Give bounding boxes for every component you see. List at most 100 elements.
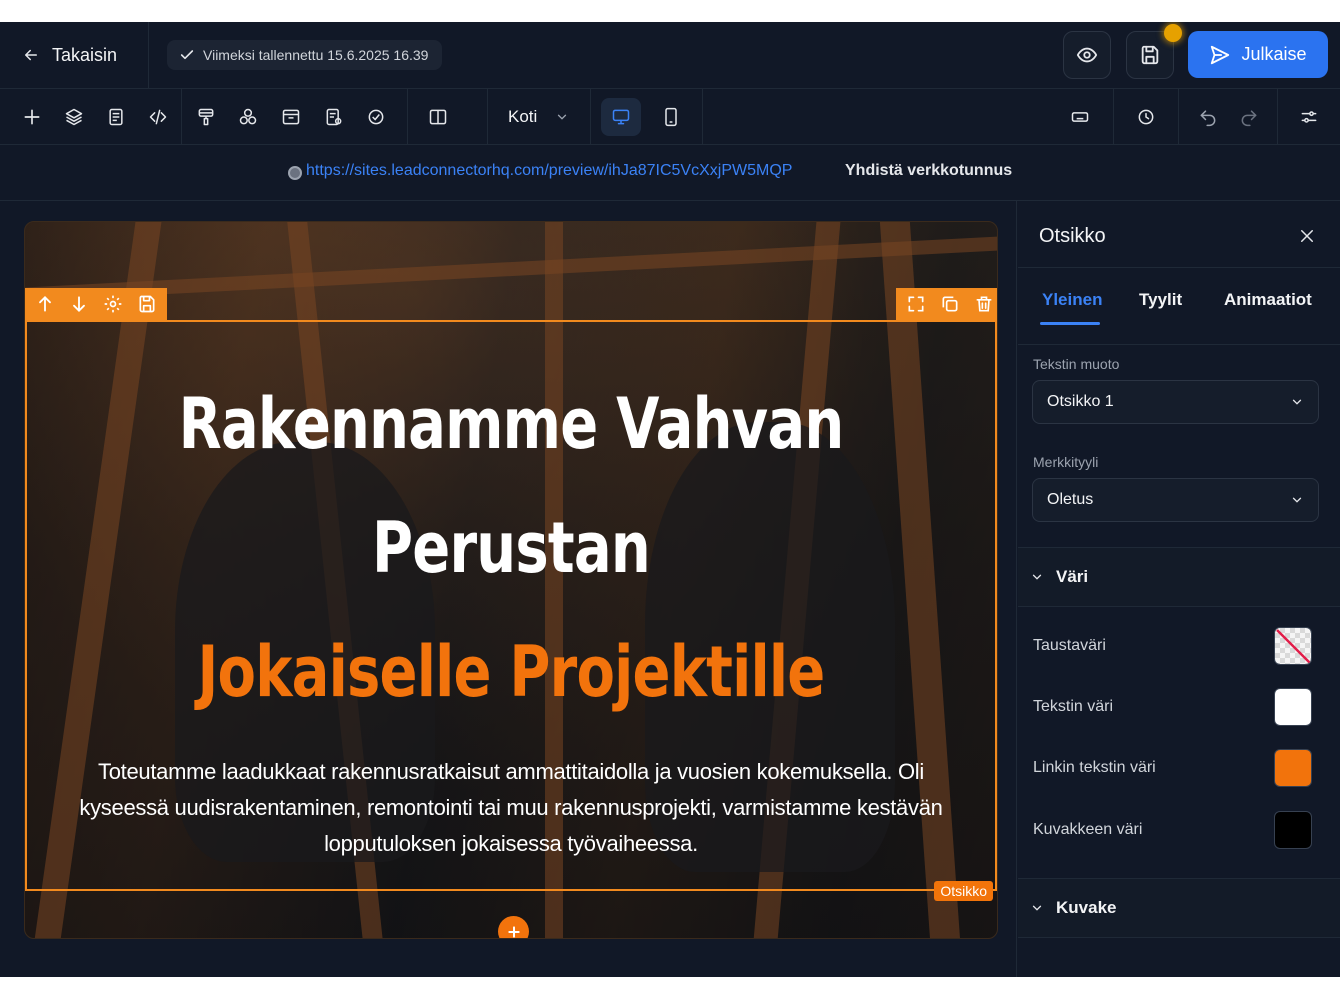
divider: [148, 22, 149, 89]
apps-icon: [239, 108, 257, 125]
divider: [1178, 89, 1179, 145]
close-panel-button[interactable]: [1296, 225, 1318, 247]
icon-color-swatch[interactable]: [1274, 811, 1312, 849]
publish-label: Julkaise: [1241, 44, 1307, 64]
redo-button[interactable]: [1235, 103, 1263, 131]
keyboard-icon: [1071, 112, 1089, 122]
move-up-button[interactable]: [33, 292, 57, 316]
arrow-up-icon: [39, 296, 51, 312]
keyboard-shortcuts-button[interactable]: [1066, 103, 1094, 131]
text-color-label: Tekstin väri: [1033, 698, 1114, 715]
add-icon: [24, 109, 40, 125]
add-element-button[interactable]: [18, 103, 46, 131]
save-icon: [1141, 45, 1159, 65]
settings-button[interactable]: [1295, 103, 1323, 131]
mobile-icon: [665, 107, 677, 127]
desktop-icon: [612, 109, 630, 125]
pages-button[interactable]: [102, 103, 130, 131]
fullscreen-button[interactable]: [904, 292, 928, 316]
hero-heading[interactable]: Rakennamme Vahvan Perustan Jokaiselle Pr…: [25, 362, 997, 734]
divider: [590, 89, 591, 145]
integrations-button[interactable]: [362, 103, 390, 131]
page-select-value: Koti: [508, 107, 538, 126]
tab-animations[interactable]: Animaatiot: [1224, 290, 1312, 310]
mobile-view-button[interactable]: [657, 103, 685, 131]
chevron-down-icon: [1032, 905, 1042, 911]
save-block-button[interactable]: [135, 292, 159, 316]
background-color-swatch[interactable]: [1274, 627, 1312, 665]
publish-button[interactable]: Julkaise: [1188, 31, 1328, 78]
icon-section-toggle[interactable]: Kuvake: [1018, 878, 1340, 938]
background-beam: [25, 236, 997, 302]
panel-tabs: Yleinen Tyylit Animaatiot: [1018, 267, 1340, 345]
divider: [407, 89, 408, 145]
divider: [1113, 89, 1114, 145]
char-style-value: Oletus: [1047, 491, 1094, 508]
element-settings-button[interactable]: [101, 292, 125, 316]
page-select-dropdown[interactable]: Koti: [508, 103, 569, 131]
chevron-down-icon: [1292, 399, 1302, 405]
forms-icon: [326, 108, 342, 126]
color-section-toggle[interactable]: Väri: [1018, 547, 1340, 607]
arrow-down-icon: [73, 296, 85, 312]
settings-sliders-icon: [1301, 111, 1317, 123]
active-tab-indicator: [1040, 322, 1100, 325]
chevron-down-icon: [558, 114, 567, 120]
connect-domain-link[interactable]: Yhdistä verkkotunnus: [845, 162, 1012, 180]
trash-icon: [976, 296, 992, 312]
styles-button[interactable]: [192, 103, 220, 131]
char-style-label: Merkkityyli: [1033, 454, 1099, 470]
text-color-swatch[interactable]: [1274, 688, 1312, 726]
text-format-select[interactable]: Otsikko 1: [1032, 380, 1319, 424]
columns-button[interactable]: [424, 103, 452, 131]
send-icon: [1211, 45, 1230, 64]
redo-icon: [1241, 110, 1257, 127]
link-color-swatch[interactable]: [1274, 749, 1312, 787]
move-down-button[interactable]: [67, 292, 91, 316]
background-color-label: Taustaväri: [1033, 637, 1106, 654]
save-button[interactable]: [1126, 24, 1182, 79]
status-dot-icon: [288, 166, 302, 180]
integrations-icon: [368, 109, 384, 125]
preview-url-link[interactable]: https://sites.leadconnectorhq.com/previe…: [306, 162, 792, 180]
hero-section[interactable]: Rakennamme Vahvan Perustan Jokaiselle Pr…: [24, 221, 998, 939]
icon-section-title: Kuvake: [1056, 898, 1117, 917]
hero-paragraph[interactable]: Toteutamme laadukkaat rakennusratkaisut …: [75, 754, 947, 862]
preview-button[interactable]: [1063, 31, 1111, 79]
block-toolbar-left: [25, 288, 167, 320]
divider: [487, 89, 488, 145]
heading-line-3: Jokaiselle Projektille: [197, 631, 825, 713]
top-header: Takaisin Viimeksi tallennettu 15.6.2025 …: [0, 22, 1340, 89]
duplicate-button[interactable]: [938, 292, 962, 316]
saved-status-badge: Viimeksi tallennettu 15.6.2025 16.39: [167, 40, 443, 70]
delete-button[interactable]: [972, 292, 996, 316]
tab-general[interactable]: Yleinen: [1042, 290, 1102, 310]
code-button[interactable]: [144, 103, 172, 131]
desktop-view-button[interactable]: [601, 98, 641, 136]
heading-line-2: Perustan: [372, 507, 651, 589]
forms-button[interactable]: [320, 103, 348, 131]
layers-icon: [65, 108, 83, 126]
block-toolbar-right: [896, 288, 997, 320]
tab-styles[interactable]: Tyylit: [1139, 290, 1182, 310]
add-below-button[interactable]: [498, 916, 529, 938]
apps-button[interactable]: [234, 103, 262, 131]
check-icon: [180, 50, 194, 60]
arrow-left-icon: [25, 49, 37, 61]
back-button[interactable]: Takaisin: [22, 40, 117, 70]
popup-button[interactable]: [277, 103, 305, 131]
color-section-title: Väri: [1056, 567, 1089, 586]
link-color-label: Linkin tekstin väri: [1033, 759, 1156, 776]
expand-icon: [908, 296, 924, 312]
undo-button[interactable]: [1194, 103, 1222, 131]
editor-canvas: Rakennamme Vahvan Perustan Jokaiselle Pr…: [0, 201, 1017, 977]
heading-line-1: Rakennamme Vahvan: [178, 383, 845, 465]
saved-status-text: Viimeksi tallennettu 15.6.2025 16.39: [203, 47, 429, 63]
history-button[interactable]: [1132, 103, 1160, 131]
char-style-select[interactable]: Oletus: [1032, 478, 1319, 522]
copy-icon: [942, 296, 958, 312]
panel-title: Otsikko: [1039, 225, 1106, 247]
icon-color-label: Kuvakkeen väri: [1033, 821, 1143, 838]
editor-toolbar: Koti: [0, 89, 1340, 145]
layers-button[interactable]: [60, 103, 88, 131]
